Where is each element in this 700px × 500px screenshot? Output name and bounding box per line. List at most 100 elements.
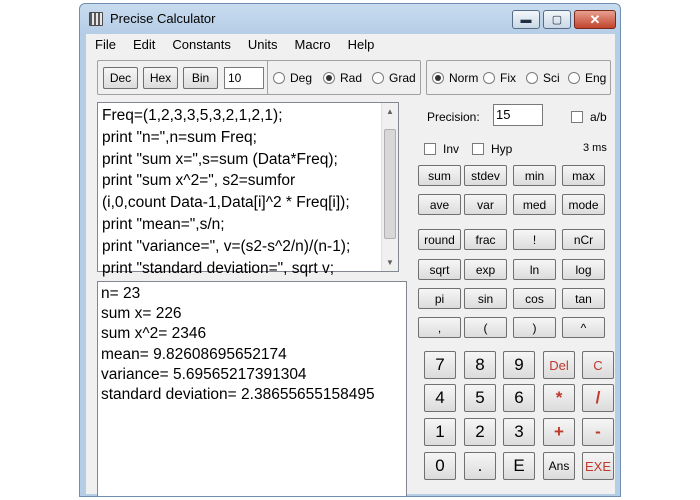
hex-button[interactable]: Hex bbox=[143, 67, 178, 89]
key-c-button[interactable]: C bbox=[582, 351, 614, 379]
key-5-button[interactable]: 5 bbox=[464, 384, 496, 412]
menu-units[interactable]: Units bbox=[239, 34, 286, 54]
menu-file[interactable]: File bbox=[86, 34, 124, 54]
fix-radio-dot bbox=[483, 72, 495, 84]
func-open-paren-button[interactable]: ( bbox=[464, 317, 507, 338]
func-sum-button[interactable]: sum bbox=[418, 165, 461, 186]
rad-radio-dot bbox=[323, 72, 335, 84]
key-8-button[interactable]: 8 bbox=[464, 351, 496, 379]
func-power-button[interactable]: ^ bbox=[562, 317, 605, 338]
key-6-button[interactable]: 6 bbox=[503, 384, 535, 412]
key-minus-button[interactable]: - bbox=[582, 418, 614, 446]
func-ave-button[interactable]: ave bbox=[418, 194, 461, 215]
program-line: print "standard deviation=", sqrt v; bbox=[102, 259, 335, 277]
calculator-app-icon bbox=[89, 12, 103, 26]
output-line: sum x^2= 2346 bbox=[101, 325, 207, 343]
ab-label: a/b bbox=[590, 110, 607, 124]
func-ncr-button[interactable]: nCr bbox=[562, 229, 605, 250]
menu-macro[interactable]: Macro bbox=[286, 34, 339, 54]
precision-input[interactable]: 15 bbox=[493, 104, 543, 126]
window-title: Precise Calculator bbox=[110, 11, 216, 26]
key-del-button[interactable]: Del bbox=[543, 351, 575, 379]
scroll-thumb[interactable] bbox=[384, 129, 396, 239]
key-exe-button[interactable]: EXE bbox=[582, 452, 614, 480]
eng-radio[interactable]: Eng bbox=[568, 71, 606, 85]
program-line: print "n=",n=sum Freq; bbox=[102, 128, 257, 146]
key-multiply-button[interactable]: * bbox=[543, 384, 575, 412]
func-round-button[interactable]: round bbox=[418, 229, 461, 250]
scroll-up-icon[interactable]: ▲ bbox=[382, 103, 398, 120]
program-line: Freq=(1,2,3,3,5,3,2,1,2,1); bbox=[102, 107, 283, 124]
func-log-button[interactable]: log bbox=[562, 259, 605, 280]
func-mode-button[interactable]: mode bbox=[562, 194, 605, 215]
program-scrollbar[interactable]: ▲ ▼ bbox=[381, 103, 398, 271]
func-sqrt-button[interactable]: sqrt bbox=[418, 259, 461, 280]
func-close-paren-button[interactable]: ) bbox=[513, 317, 556, 338]
func-min-button[interactable]: min bbox=[513, 165, 556, 186]
deg-label: Deg bbox=[290, 71, 313, 85]
func-pi-button[interactable]: pi bbox=[418, 288, 461, 309]
key-1-button[interactable]: 1 bbox=[424, 418, 456, 446]
format-group: Norm Fix Sci Eng bbox=[426, 60, 611, 95]
minimize-button[interactable]: ▬ bbox=[512, 10, 540, 29]
hyp-checkbox[interactable] bbox=[472, 143, 484, 155]
rad-radio[interactable]: Rad bbox=[323, 71, 362, 85]
fix-radio[interactable]: Fix bbox=[483, 71, 516, 85]
bin-button[interactable]: Bin bbox=[183, 67, 218, 89]
func-frac-button[interactable]: frac bbox=[464, 229, 507, 250]
key-7-button[interactable]: 7 bbox=[424, 351, 456, 379]
func-max-button[interactable]: max bbox=[562, 165, 605, 186]
func-var-button[interactable]: var bbox=[464, 194, 507, 215]
key-e-button[interactable]: E bbox=[503, 452, 535, 480]
inv-label: Inv bbox=[443, 142, 460, 156]
program-text[interactable]: Freq=(1,2,3,3,5,3,2,1,2,1); print "n=",n=… bbox=[102, 105, 380, 279]
program-editor[interactable]: Freq=(1,2,3,3,5,3,2,1,2,1); print "n=",n=… bbox=[97, 102, 399, 277]
output-text: n= 23 sum x= 226 sum x^2= 2346 mean= 9.8260… bbox=[101, 284, 375, 405]
norm-radio[interactable]: Norm bbox=[432, 71, 478, 85]
program-line: print "mean=",s/n; bbox=[102, 215, 225, 233]
key-3-button[interactable]: 3 bbox=[503, 418, 535, 446]
angle-group: Deg Rad Grad bbox=[267, 60, 421, 95]
grad-radio[interactable]: Grad bbox=[372, 71, 416, 85]
key-plus-button[interactable]: + bbox=[543, 418, 575, 446]
key-divide-button[interactable]: / bbox=[582, 384, 614, 412]
key-4-button[interactable]: 4 bbox=[424, 384, 456, 412]
maximize-button[interactable]: ▢ bbox=[543, 10, 571, 29]
func-stdev-button[interactable]: stdev bbox=[464, 165, 507, 186]
menu-bar: File Edit Constants Units Macro Help bbox=[86, 34, 615, 54]
func-cos-button[interactable]: cos bbox=[513, 288, 556, 309]
menu-edit[interactable]: Edit bbox=[124, 34, 163, 54]
norm-label: Norm bbox=[449, 71, 479, 85]
ab-checkbox[interactable] bbox=[571, 111, 583, 123]
output-line: variance= 5.69565217391304 bbox=[101, 365, 307, 383]
program-line: print "sum x^2=", s2=sumfor bbox=[102, 172, 296, 190]
func-sin-button[interactable]: sin bbox=[464, 288, 507, 309]
title-bar[interactable]: Precise Calculator ▬ ▢ ✕ bbox=[80, 4, 620, 34]
func-ln-button[interactable]: ln bbox=[513, 259, 556, 280]
func-tan-button[interactable]: tan bbox=[562, 288, 605, 309]
dec-button[interactable]: Dec bbox=[103, 67, 138, 89]
digits-input[interactable]: 10 bbox=[224, 67, 264, 89]
deg-radio[interactable]: Deg bbox=[273, 71, 312, 85]
key-0-button[interactable]: 0 bbox=[424, 452, 456, 480]
output-line: n= 23 bbox=[101, 285, 141, 302]
grad-label: Grad bbox=[389, 71, 416, 85]
key-decimal-point-button[interactable]: . bbox=[464, 452, 496, 480]
output-display[interactable]: n= 23 sum x= 226 sum x^2= 2346 mean= 9.8260… bbox=[97, 281, 407, 496]
menu-help[interactable]: Help bbox=[339, 34, 383, 54]
sci-radio[interactable]: Sci bbox=[526, 71, 560, 85]
key-ans-button[interactable]: Ans bbox=[543, 452, 575, 480]
scroll-down-icon[interactable]: ▼ bbox=[382, 254, 398, 271]
inv-checkbox[interactable] bbox=[424, 143, 436, 155]
key-9-button[interactable]: 9 bbox=[503, 351, 535, 379]
client-area: File Edit Constants Units Macro Help Dec… bbox=[86, 34, 615, 496]
func-comma-button[interactable]: , bbox=[418, 317, 461, 338]
menu-constants[interactable]: Constants bbox=[163, 34, 239, 54]
key-2-button[interactable]: 2 bbox=[464, 418, 496, 446]
func-exp-button[interactable]: exp bbox=[464, 259, 507, 280]
func-factorial-button[interactable]: ! bbox=[513, 229, 556, 250]
program-line: (i,0,count Data-1,Data[i]^2 * Freq[i]); bbox=[102, 194, 350, 212]
fix-label: Fix bbox=[500, 71, 516, 85]
close-button[interactable]: ✕ bbox=[574, 10, 616, 29]
func-med-button[interactable]: med bbox=[513, 194, 556, 215]
